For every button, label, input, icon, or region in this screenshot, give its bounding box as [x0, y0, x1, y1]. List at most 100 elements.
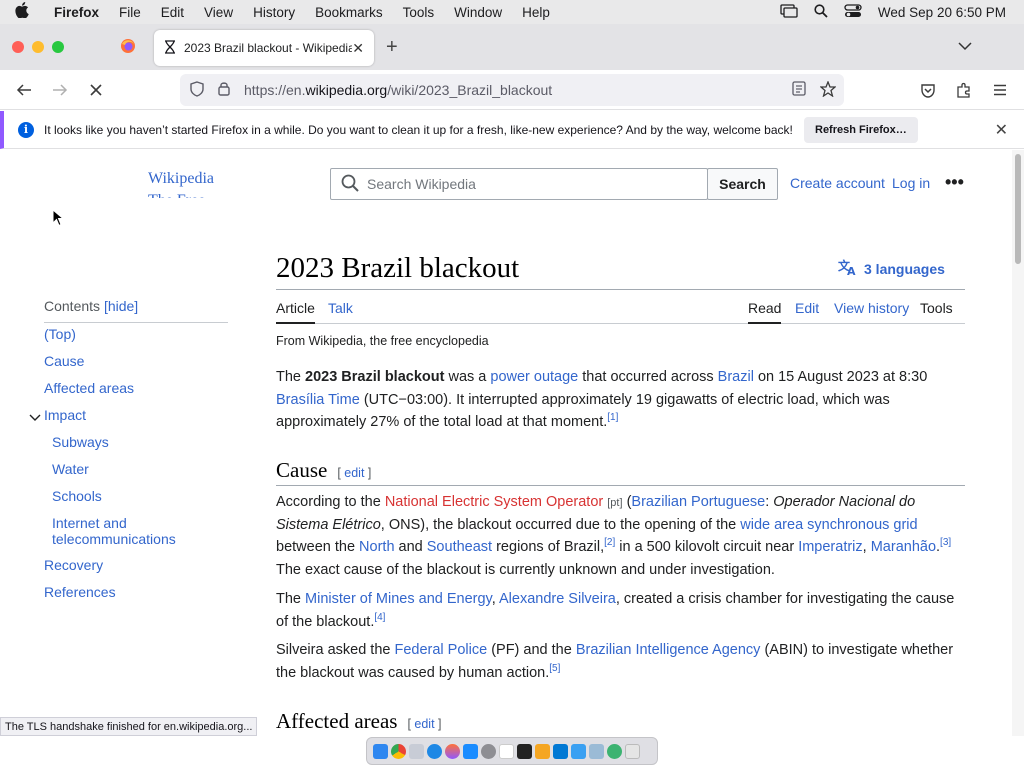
- redlink-ons[interactable]: National Electric System Operator: [385, 494, 603, 510]
- citation-1[interactable]: [1]: [607, 412, 618, 423]
- forward-arrow-icon[interactable]: [48, 78, 72, 102]
- menu-view[interactable]: View: [194, 5, 243, 20]
- vscode-icon[interactable]: [553, 743, 568, 759]
- toc-item-cause[interactable]: Cause: [44, 353, 84, 369]
- toc-item-references[interactable]: References: [44, 584, 116, 600]
- address-bar[interactable]: https://en.wikipedia.org/wiki/2023_Brazi…: [180, 74, 844, 106]
- more-options-icon[interactable]: •••: [945, 172, 964, 193]
- link-north[interactable]: North: [359, 539, 394, 555]
- messages-icon[interactable]: [607, 743, 622, 759]
- launchpad-icon[interactable]: [409, 743, 424, 759]
- create-account-link[interactable]: Create account: [790, 175, 885, 191]
- menubar-clock[interactable]: Wed Sep 20 6:50 PM: [878, 5, 1006, 20]
- toc-item-top[interactable]: (Top): [44, 326, 76, 342]
- link-minister[interactable]: Minister of Mines and Energy: [305, 591, 492, 607]
- link-power-outage[interactable]: power outage: [490, 369, 578, 385]
- window-zoom-button[interactable]: [52, 41, 64, 53]
- edit-section-cause[interactable]: [ edit ]: [337, 466, 371, 480]
- menu-history[interactable]: History: [243, 5, 305, 20]
- login-link[interactable]: Log in: [892, 175, 930, 191]
- trash-icon[interactable]: [625, 743, 640, 759]
- menu-app-name[interactable]: Firefox: [44, 5, 109, 20]
- menu-tools[interactable]: Tools: [393, 5, 445, 20]
- bookmark-star-icon[interactable]: [819, 79, 837, 100]
- tab-active[interactable]: 2023 Brazil blackout - Wikipedia ✕: [154, 30, 374, 66]
- link-federal-police[interactable]: Federal Police: [394, 642, 487, 658]
- edit-section-affected-areas[interactable]: [ edit ]: [407, 717, 441, 731]
- toc-item-internet[interactable]: Internet and telecommunications: [52, 515, 176, 547]
- scrollbar-thumb[interactable]: [1015, 154, 1021, 264]
- link-brazilian-portuguese[interactable]: Brazilian Portuguese: [631, 494, 765, 510]
- citation-5[interactable]: [5]: [549, 663, 560, 674]
- pocket-icon[interactable]: [916, 78, 940, 102]
- link-wide-area-grid[interactable]: wide area synchronous grid: [740, 517, 917, 533]
- firefox-dock-icon[interactable]: [445, 743, 460, 759]
- tab-article[interactable]: Article: [276, 300, 315, 324]
- link-southeast[interactable]: Southeast: [427, 539, 492, 555]
- window-minimize-button[interactable]: [32, 41, 44, 53]
- toc-collapse-chevron-icon[interactable]: [29, 409, 41, 427]
- toc-hide-link[interactable]: [hide]: [104, 298, 138, 314]
- close-notification-icon[interactable]: ✕: [995, 120, 1008, 140]
- close-tab-icon[interactable]: ✕: [352, 40, 364, 57]
- safari-icon[interactable]: [427, 743, 442, 759]
- refresh-firefox-button[interactable]: Refresh Firefox…: [804, 117, 918, 143]
- menu-bookmarks[interactable]: Bookmarks: [305, 5, 393, 20]
- menu-file[interactable]: File: [109, 5, 151, 20]
- chrome-icon[interactable]: [391, 743, 406, 759]
- menu-edit[interactable]: Edit: [151, 5, 194, 20]
- page-scrollbar[interactable]: [1012, 150, 1024, 736]
- lock-icon[interactable]: [218, 81, 230, 99]
- interlanguage-link-pt[interactable]: [pt]: [607, 497, 622, 509]
- wiki-search-input[interactable]: Search Wikipedia: [330, 168, 708, 200]
- tab-tools[interactable]: Tools: [920, 300, 953, 316]
- toc-item-water[interactable]: Water: [52, 461, 89, 477]
- tab-talk[interactable]: Talk: [328, 300, 353, 316]
- tab-view-history[interactable]: View history: [834, 300, 909, 316]
- finder-window-icon[interactable]: [571, 743, 586, 759]
- tracking-protection-shield-icon[interactable]: [190, 80, 204, 100]
- toc-item-subways[interactable]: Subways: [52, 434, 109, 450]
- tab-firefox-home[interactable]: [110, 32, 146, 64]
- control-center-icon[interactable]: [844, 3, 862, 21]
- url-text[interactable]: https://en.wikipedia.org/wiki/2023_Brazi…: [244, 82, 552, 98]
- link-maranhao[interactable]: Maranhão: [871, 539, 936, 555]
- app-store-icon[interactable]: [463, 743, 478, 759]
- link-brazil[interactable]: Brazil: [718, 369, 754, 385]
- citation-4[interactable]: [4]: [374, 612, 385, 623]
- menu-window[interactable]: Window: [444, 5, 512, 20]
- extensions-puzzle-icon[interactable]: [952, 78, 976, 102]
- list-all-tabs-chevron-icon[interactable]: [958, 38, 972, 56]
- back-arrow-icon[interactable]: [12, 78, 36, 102]
- app-icon[interactable]: [535, 743, 550, 759]
- tab-edit[interactable]: Edit: [795, 300, 819, 316]
- app-menu-hamburger-icon[interactable]: [988, 78, 1012, 102]
- stop-loading-icon[interactable]: [84, 78, 108, 102]
- apple-icon[interactable]: [0, 2, 44, 22]
- wikipedia-logo[interactable]: Wikipedia The Free: [148, 168, 228, 198]
- toc-item-schools[interactable]: Schools: [52, 488, 102, 504]
- toc-item-impact[interactable]: Impact: [44, 407, 86, 423]
- toc-item-affected-areas[interactable]: Affected areas: [44, 380, 134, 396]
- new-tab-button[interactable]: +: [386, 36, 398, 59]
- preview-icon[interactable]: [589, 743, 604, 759]
- toc-item-recovery[interactable]: Recovery: [44, 557, 103, 573]
- link-abin[interactable]: Brazilian Intelligence Agency: [576, 642, 761, 658]
- menu-help[interactable]: Help: [512, 5, 560, 20]
- system-settings-icon[interactable]: [481, 743, 496, 759]
- citation-3[interactable]: [3]: [940, 537, 951, 548]
- notes-icon[interactable]: [499, 743, 514, 759]
- window-close-button[interactable]: [12, 41, 24, 53]
- tab-read[interactable]: Read: [748, 300, 782, 324]
- link-brasilia-time[interactable]: Brasília Time: [276, 392, 360, 408]
- link-imperatriz[interactable]: Imperatriz: [798, 539, 862, 555]
- wiki-search-button[interactable]: Search: [707, 168, 778, 200]
- spotlight-search-icon[interactable]: [814, 3, 828, 21]
- reader-view-icon[interactable]: [792, 81, 806, 99]
- language-selector[interactable]: 文A 3 languages: [838, 258, 945, 279]
- link-alexandre-silveira[interactable]: Alexandre Silveira: [499, 591, 616, 607]
- screen-mirroring-icon[interactable]: [780, 3, 798, 21]
- terminal-icon[interactable]: [517, 743, 532, 759]
- citation-2[interactable]: [2]: [604, 537, 615, 548]
- finder-icon[interactable]: [373, 743, 388, 759]
